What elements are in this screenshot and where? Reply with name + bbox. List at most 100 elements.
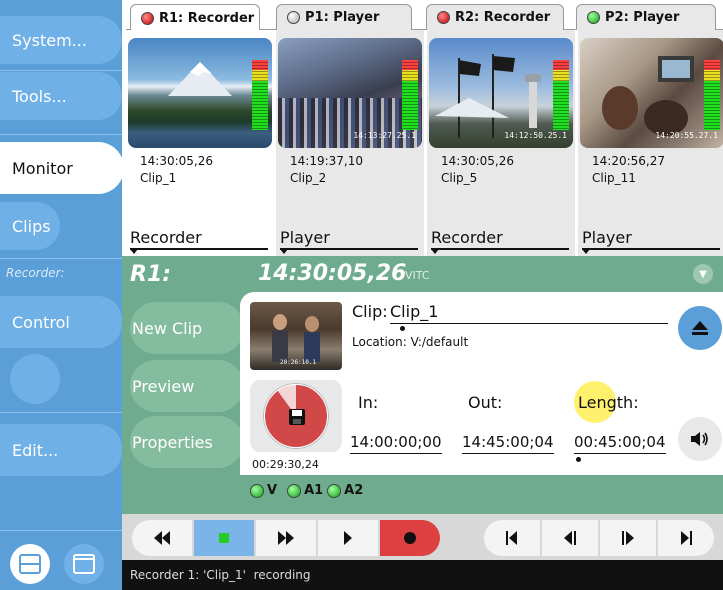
monitor-r1[interactable]: 14:30:05,26 Clip_1 Recorder — [126, 30, 274, 256]
thumb-timecode-overlay: 20:26:10.1 — [280, 359, 317, 366]
audio-meter — [252, 60, 268, 130]
clips-button[interactable]: Clips — [0, 202, 60, 250]
in-label: In: — [358, 393, 379, 412]
out-label: Out: — [468, 393, 503, 412]
record-icon — [404, 532, 416, 544]
step-forward-icon — [622, 531, 634, 545]
tab-r2-recorder[interactable]: R2: Recorder — [426, 4, 564, 30]
video-thumbnail: 14:20:55.27.1 — [580, 38, 723, 148]
preview-button[interactable]: Preview — [130, 360, 244, 412]
single-layout-button[interactable] — [64, 544, 104, 584]
monitor-mode[interactable]: Player — [280, 228, 418, 250]
clip-location: Location: V:/default — [352, 335, 469, 349]
monitor-timecode: 14:30:05,26 — [441, 154, 514, 168]
monitor-timecode: 14:19:37,10 — [290, 154, 363, 168]
save-icon — [289, 409, 305, 425]
play-button[interactable] — [318, 520, 378, 556]
status-led — [587, 11, 600, 24]
sidebar: System... Tools... Monitor Clips Recorde… — [0, 0, 124, 590]
properties-button[interactable]: Properties — [130, 416, 244, 468]
record-button[interactable] — [380, 520, 440, 556]
stop-button[interactable] — [194, 520, 254, 556]
monitor-mode[interactable]: Recorder — [130, 228, 268, 250]
skip-start-icon — [506, 531, 517, 545]
clip-thumbnail: 20:26:10.1 — [250, 302, 342, 370]
clip-name-field[interactable]: Clip_1 — [390, 302, 668, 324]
video-timecode-overlay: 14:20:55.27.1 — [655, 131, 718, 140]
tab-r1-recorder[interactable]: R1: Recorder — [130, 4, 260, 31]
out-timecode-field[interactable]: 14:45:00;04 — [462, 433, 554, 454]
eject-button[interactable] — [678, 306, 722, 350]
audio-button[interactable] — [678, 417, 722, 461]
length-label: Length: — [578, 393, 639, 412]
stop-icon — [219, 533, 229, 543]
tab-label: P2: Player — [605, 10, 680, 25]
monitor-timecode: 14:20:56,27 — [592, 154, 665, 168]
system-label: System... — [12, 30, 87, 50]
system-button[interactable]: System... — [0, 16, 122, 64]
monitor-grid: 14:30:05,26 Clip_1 Recorder 14:13:27.25.… — [126, 30, 723, 256]
mountain-scene — [168, 62, 232, 96]
new-clip-label: New Clip — [132, 318, 203, 338]
mode-dropdown-icon — [130, 249, 138, 254]
video-timecode-overlay: 14:13:27.25.1 — [353, 131, 416, 140]
monitor-button[interactable]: Monitor — [0, 142, 124, 194]
chevron-down-icon[interactable]: ▼ — [693, 264, 713, 284]
transport-bar — [122, 514, 723, 560]
sidebar-divider — [0, 258, 122, 259]
tab-p2-player[interactable]: P2: Player — [576, 4, 716, 30]
rewind-button[interactable] — [132, 520, 192, 556]
edit-button[interactable]: Edit... — [0, 424, 122, 476]
monitor-p2[interactable]: 14:20:55.27.1 14:20:56,27 Clip_11 Player — [578, 30, 723, 256]
length-timecode-field[interactable]: 00:45:00;04 — [574, 433, 666, 454]
monitor-timecode: 14:30:05,26 — [140, 154, 213, 168]
track-a1: A1 — [287, 483, 323, 498]
monitor-p1[interactable]: 14:13:27.25.1 14:19:37,10 Clip_2 Player — [276, 30, 424, 256]
video-thumbnail — [128, 38, 272, 148]
sidebar-divider — [0, 70, 122, 71]
sidebar-divider — [0, 530, 122, 531]
status-bar: Recorder 1: 'Clip_1' recording — [122, 560, 723, 590]
in-timecode-field[interactable]: 14:00:00;00 — [350, 433, 442, 454]
recorder-panel: R1: 14:30:05,26 VITC ▼ New Clip Preview … — [122, 256, 723, 514]
record-dial[interactable] — [250, 380, 342, 452]
goto-end-button[interactable] — [658, 520, 714, 556]
status-led — [437, 11, 450, 24]
audio-meter — [402, 60, 418, 130]
new-clip-button[interactable]: New Clip — [130, 302, 244, 354]
step-back-button[interactable] — [542, 520, 598, 556]
clip-details: 20:26:10.1 Clip: Clip_1 Location: V:/def… — [240, 292, 723, 475]
edit-label: Edit... — [12, 440, 59, 460]
fast-forward-button[interactable] — [256, 520, 316, 556]
speaker-icon — [691, 432, 708, 446]
monitor-mode[interactable]: Player — [582, 228, 720, 250]
goto-start-button[interactable] — [484, 520, 540, 556]
audio-meter — [704, 60, 720, 130]
mode-dropdown-icon — [431, 249, 439, 254]
tools-button[interactable]: Tools... — [0, 72, 122, 120]
fast-forward-icon — [278, 531, 294, 545]
control-button[interactable]: Control — [0, 296, 122, 348]
sidebar-divider — [0, 134, 122, 135]
properties-label: Properties — [132, 432, 213, 452]
sidebar-divider — [0, 412, 122, 413]
monitor-clip: Clip_5 — [441, 171, 478, 185]
preview-label: Preview — [132, 376, 195, 396]
record-progress-dial — [264, 384, 328, 448]
monitor-r2[interactable]: 14:12:50.25.1 14:30:05,26 Clip_5 Recorde… — [427, 30, 575, 256]
track-v: V — [250, 483, 277, 498]
status-led — [250, 483, 264, 498]
tab-p1-player[interactable]: P1: Player — [276, 4, 412, 30]
tab-label: R1: Recorder — [159, 10, 255, 26]
track-indicators: V A1 A2 — [250, 483, 363, 498]
status-led — [327, 483, 342, 498]
video-thumbnail: 14:12:50.25.1 — [429, 38, 573, 148]
monitor-label: Monitor — [12, 158, 73, 178]
monitor-mode[interactable]: Recorder — [431, 228, 569, 250]
blank-sidebar-button[interactable] — [10, 354, 60, 404]
split-layout-icon — [19, 554, 41, 574]
split-layout-button[interactable] — [10, 544, 50, 584]
mode-dropdown-icon — [582, 249, 590, 254]
step-forward-button[interactable] — [600, 520, 656, 556]
field-marker — [576, 457, 581, 462]
